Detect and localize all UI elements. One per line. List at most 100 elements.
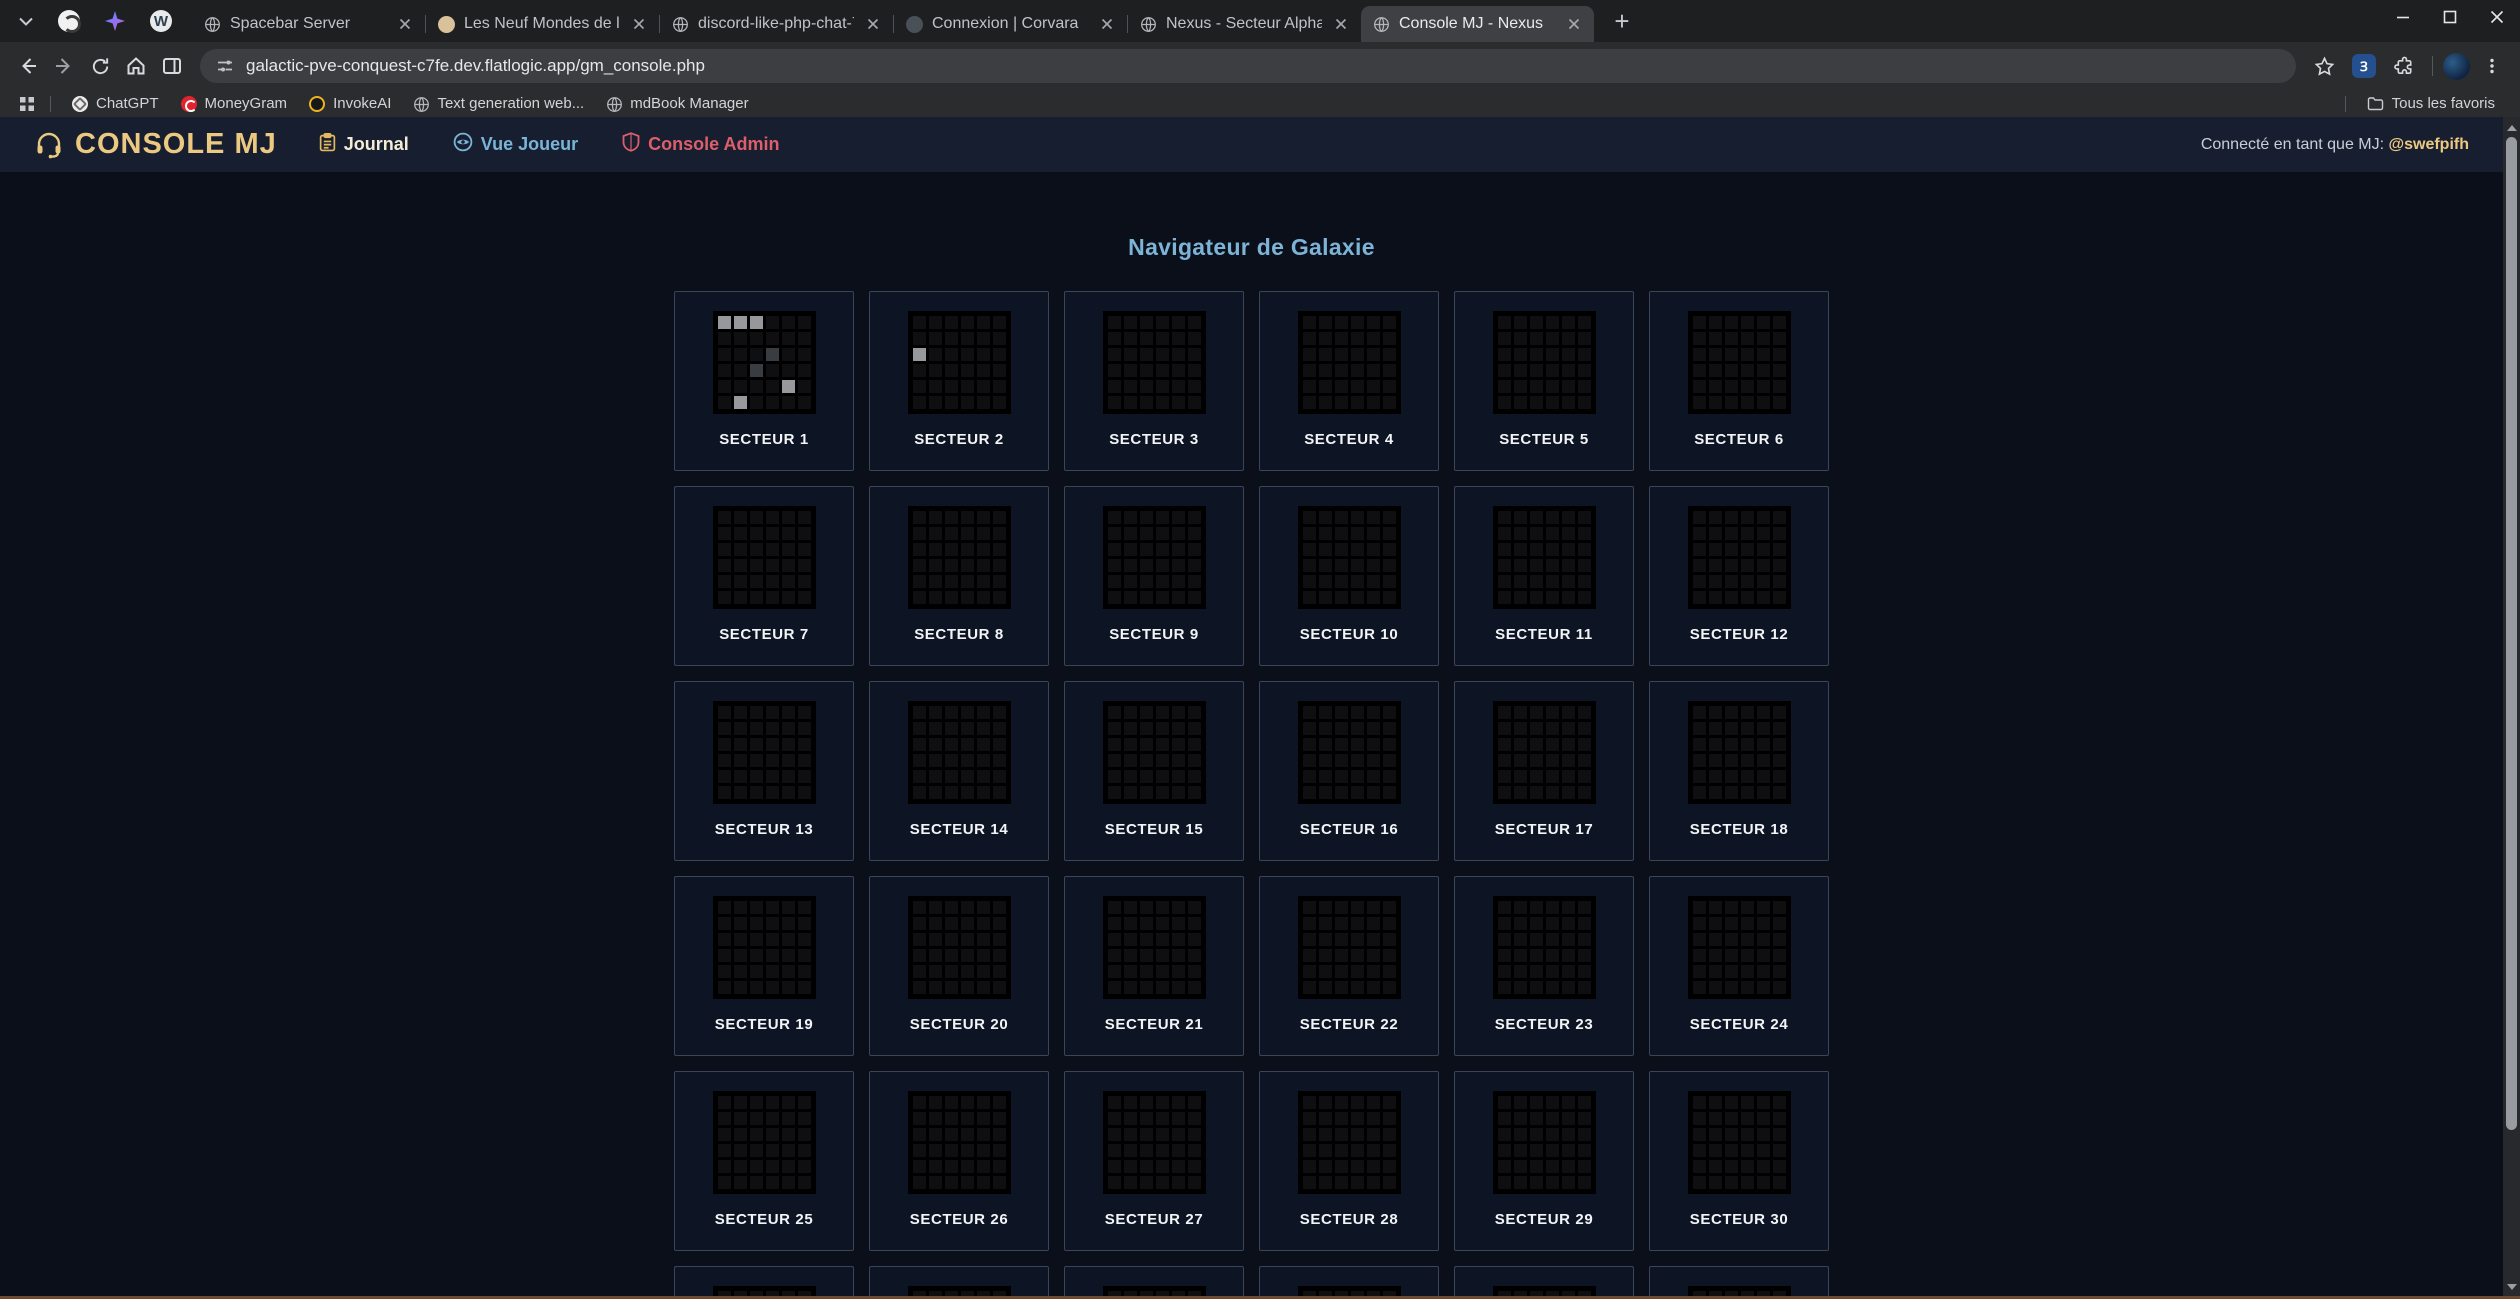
extension-badge-button[interactable]: Ɜ: [2346, 48, 2382, 84]
close-window-button[interactable]: [2473, 0, 2520, 34]
apps-grid-button[interactable]: [14, 93, 40, 115]
bookmark-text-generation-web[interactable]: Text generation web...: [402, 95, 595, 112]
sector-card-secteur-29[interactable]: SECTEUR 29: [1454, 1071, 1634, 1251]
sector-card-secteur-3[interactable]: SECTEUR 3: [1064, 291, 1244, 471]
sector-cell: [1108, 965, 1121, 978]
scrollbar-thumb[interactable]: [2506, 137, 2517, 1130]
sector-card-secteur-2[interactable]: SECTEUR 2: [869, 291, 1049, 471]
sector-cell: [1108, 786, 1121, 799]
bookmark-moneygram[interactable]: MoneyGram: [170, 95, 299, 112]
sector-card-secteur-16[interactable]: SECTEUR 16: [1259, 681, 1439, 861]
profile-avatar[interactable]: [2443, 53, 2470, 80]
sector-card-secteur-18[interactable]: SECTEUR 18: [1649, 681, 1829, 861]
sector-card-secteur-11[interactable]: SECTEUR 11: [1454, 486, 1634, 666]
home-button[interactable]: [118, 48, 154, 84]
sector-card-secteur-8[interactable]: SECTEUR 8: [869, 486, 1049, 666]
sector-card-secteur-21[interactable]: SECTEUR 21: [1064, 876, 1244, 1056]
bookmark-mdbook-manager[interactable]: mdBook Manager: [595, 95, 759, 112]
tab-close-button[interactable]: [629, 14, 649, 34]
sector-cell: [1498, 786, 1511, 799]
tab-spacebar-server[interactable]: Spacebar Server: [192, 6, 425, 42]
sector-card-secteur-6[interactable]: SECTEUR 6: [1649, 291, 1829, 471]
sector-cell: [718, 1112, 731, 1125]
forward-button[interactable]: [46, 48, 82, 84]
tab-close-button[interactable]: [395, 14, 415, 34]
tab-search-button[interactable]: [10, 6, 42, 36]
sector-card-secteur-15[interactable]: SECTEUR 15: [1064, 681, 1244, 861]
sector-card-secteur-1[interactable]: SECTEUR 1: [674, 291, 854, 471]
sector-card-secteur-35[interactable]: SECTEUR 35: [1454, 1266, 1634, 1299]
tab-discord-like-php-chat-7262-de[interactable]: discord-like-php-chat-7262.de: [660, 6, 893, 42]
sector-cell: [1709, 1160, 1722, 1173]
sector-card-secteur-20[interactable]: SECTEUR 20: [869, 876, 1049, 1056]
new-tab-button[interactable]: +: [1606, 5, 1638, 37]
sector-cell: [1172, 396, 1185, 409]
sector-cell: [945, 543, 958, 556]
app-brand[interactable]: CONSOLE MJ: [34, 128, 277, 161]
sector-card-secteur-26[interactable]: SECTEUR 26: [869, 1071, 1049, 1251]
maximize-button[interactable]: [2426, 0, 2473, 34]
sector-card-secteur-30[interactable]: SECTEUR 30: [1649, 1071, 1829, 1251]
tab-nexus-secteur-alpha-g1[interactable]: Nexus - Secteur Alpha [G1]: [1128, 6, 1361, 42]
bookmark-chatgpt[interactable]: ChatGPT: [61, 95, 170, 112]
all-bookmarks-button[interactable]: Tous les favoris: [2356, 95, 2506, 112]
sector-card-secteur-14[interactable]: SECTEUR 14: [869, 681, 1049, 861]
sector-cell: [929, 559, 942, 572]
sector-card-secteur-36[interactable]: SECTEUR 36: [1649, 1266, 1829, 1299]
tab-console-mj-nexus[interactable]: Console MJ - Nexus: [1361, 6, 1594, 42]
sector-cell: [734, 1144, 747, 1157]
sector-card-secteur-7[interactable]: SECTEUR 7: [674, 486, 854, 666]
sector-card-secteur-5[interactable]: SECTEUR 5: [1454, 291, 1634, 471]
sector-card-secteur-28[interactable]: SECTEUR 28: [1259, 1071, 1439, 1251]
sector-cell: [1188, 1144, 1201, 1157]
nav-item-vue-joueur[interactable]: Vue Joueur: [453, 132, 578, 157]
tab-close-button[interactable]: [1097, 14, 1117, 34]
tab-close-button[interactable]: [863, 14, 883, 34]
sector-cell: [1546, 559, 1559, 572]
scroll-down-icon: [2507, 1284, 2517, 1290]
sector-card-secteur-4[interactable]: SECTEUR 4: [1259, 291, 1439, 471]
sector-card-secteur-17[interactable]: SECTEUR 17: [1454, 681, 1634, 861]
pinned-tab-3[interactable]: W: [144, 4, 178, 38]
sector-card-secteur-32[interactable]: SECTEUR 32: [869, 1266, 1049, 1299]
tab-les-neuf-mondes-de-la-mythol[interactable]: Les Neuf Mondes de la Mythol: [426, 6, 659, 42]
bookmark-invokeai[interactable]: InvokeAI: [298, 95, 402, 112]
sector-cell: [1741, 527, 1754, 540]
side-panel-button[interactable]: [154, 48, 190, 84]
sector-cell: [1578, 738, 1591, 751]
sector-card-secteur-24[interactable]: SECTEUR 24: [1649, 876, 1829, 1056]
tab-close-button[interactable]: [1331, 14, 1351, 34]
sector-card-secteur-9[interactable]: SECTEUR 9: [1064, 486, 1244, 666]
scroll-down-button[interactable]: [2503, 1278, 2520, 1295]
nav-item-journal[interactable]: Journal: [319, 132, 409, 157]
sector-card-secteur-22[interactable]: SECTEUR 22: [1259, 876, 1439, 1056]
tab-connexion-corvara[interactable]: Connexion | Corvara: [894, 6, 1127, 42]
sector-card-secteur-31[interactable]: SECTEUR 31: [674, 1266, 854, 1299]
sector-cell: [1578, 364, 1591, 377]
sector-card-secteur-23[interactable]: SECTEUR 23: [1454, 876, 1634, 1056]
sector-card-secteur-27[interactable]: SECTEUR 27: [1064, 1071, 1244, 1251]
sector-card-secteur-19[interactable]: SECTEUR 19: [674, 876, 854, 1056]
browser-menu-button[interactable]: [2474, 48, 2510, 84]
sector-cell: [750, 380, 763, 393]
tab-close-button[interactable]: [1564, 14, 1584, 34]
pinned-tab-2[interactable]: [98, 4, 132, 38]
reload-button[interactable]: [82, 48, 118, 84]
extensions-button[interactable]: [2386, 48, 2422, 84]
sector-card-secteur-33[interactable]: SECTEUR 33: [1064, 1266, 1244, 1299]
sector-card-secteur-34[interactable]: SECTEUR 34: [1259, 1266, 1439, 1299]
sector-card-secteur-12[interactable]: SECTEUR 12: [1649, 486, 1829, 666]
bookmark-star-button[interactable]: [2306, 48, 2342, 84]
minimize-button[interactable]: [2379, 0, 2426, 34]
sector-card-secteur-13[interactable]: SECTEUR 13: [674, 681, 854, 861]
nav-item-console-admin[interactable]: Console Admin: [622, 132, 779, 157]
sector-cell: [1773, 1096, 1786, 1109]
scroll-up-button[interactable]: [2503, 119, 2520, 136]
sector-cell: [913, 722, 926, 735]
sector-card-secteur-25[interactable]: SECTEUR 25: [674, 1071, 854, 1251]
back-button[interactable]: [10, 48, 46, 84]
sector-cell: [1140, 933, 1153, 946]
address-bar[interactable]: galactic-pve-conquest-c7fe.dev.flatlogic…: [200, 49, 2296, 83]
sector-card-secteur-10[interactable]: SECTEUR 10: [1259, 486, 1439, 666]
pinned-tab-1[interactable]: [52, 4, 86, 38]
